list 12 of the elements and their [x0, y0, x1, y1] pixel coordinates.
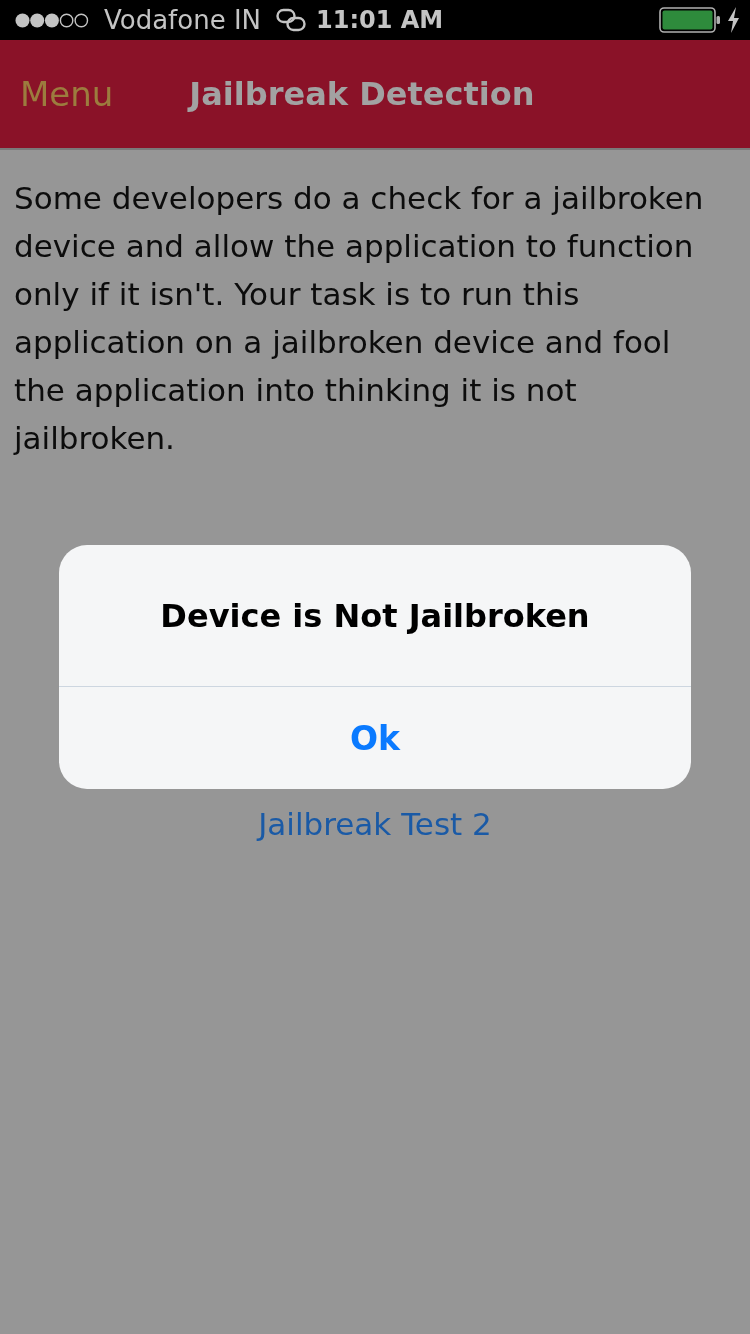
jailbreak-test-button[interactable]: Jailbreak Test 2 [258, 806, 492, 842]
signal-strength-icon [15, 12, 89, 28]
carrier-name: Vodafone IN [104, 5, 262, 35]
status-time: 11:01 AM [316, 6, 444, 34]
charging-bolt-icon [727, 7, 740, 33]
description-text: Some developers do a check for a jailbroken device and allow the application to function only if it isn't. Your task is to run this application on a jailbroken device and fool the application into thinking it is not jailbroken. [12, 179, 705, 458]
menu-button[interactable]: Menu [20, 74, 114, 114]
nav-title: Jailbreak Detection [189, 75, 535, 113]
alert-title: Device is Not Jailbroken [159, 595, 591, 637]
ok-button[interactable]: Ok [59, 687, 691, 789]
link-icon [276, 8, 307, 32]
battery-icon [659, 7, 721, 33]
